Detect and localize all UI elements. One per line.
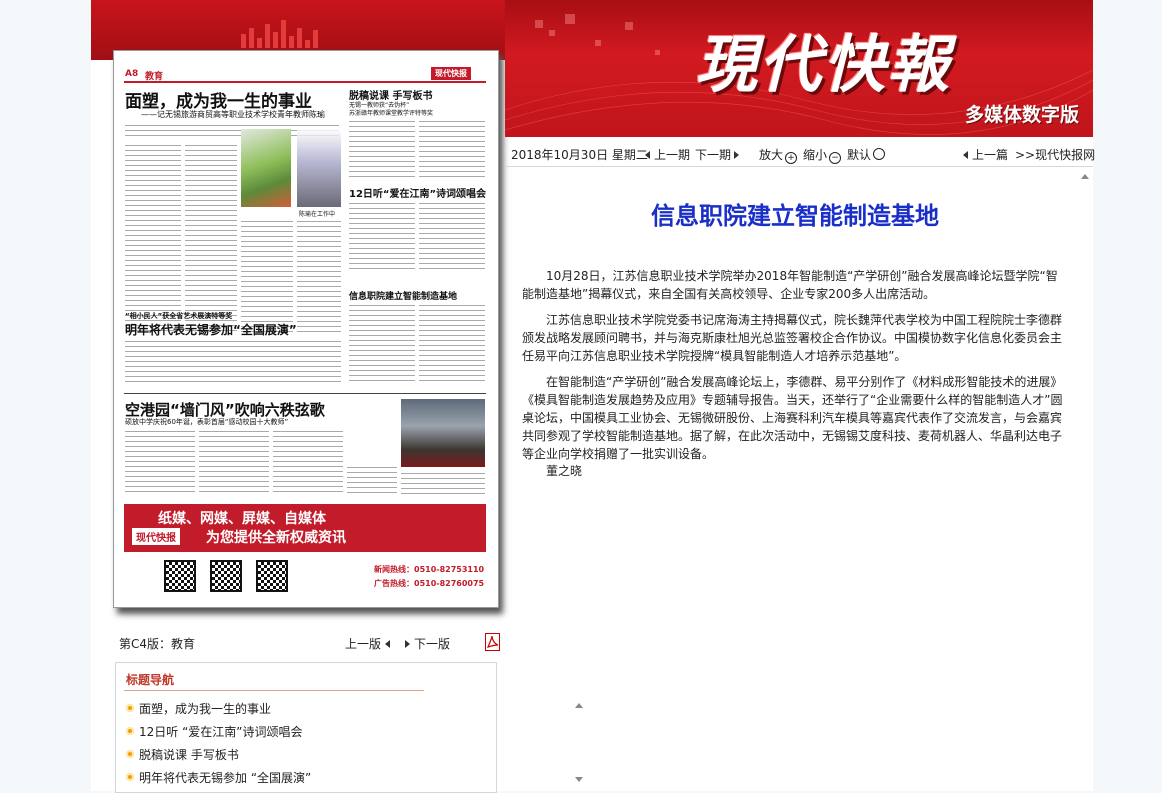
subhead-2b: 苏浙赣年教师课堂教学评特等奖	[349, 110, 434, 117]
article-title: 信息职院建立智能制造基地	[651, 202, 939, 230]
default-zoom-button[interactable]: 默认	[847, 146, 886, 163]
next-issue-link[interactable]: 下一期	[695, 146, 743, 163]
left-panel: A8 教育 现代快报 面塑，成为我一生的事业 ——记无锡旅游商贸高等职业技术学校…	[91, 0, 583, 793]
page-masthead: 现代快报	[431, 67, 471, 80]
ad-line-1: 纸媒、网媒、屏媒、自媒体	[158, 511, 326, 527]
prev-article-icon	[963, 151, 968, 159]
bullet-icon	[126, 704, 134, 712]
next-page-icon	[405, 640, 410, 648]
prev-issue-icon	[645, 151, 650, 159]
ad-hotline-2: 广告热线：0510-82760075	[374, 579, 485, 588]
headline-5a: “相小民人”获全省艺术展演特等奖	[125, 312, 233, 320]
headline-5[interactable]: 明年将代表无锡参加“全国展演”	[125, 321, 297, 338]
next-page-link[interactable]: 下一版	[405, 635, 450, 652]
photo-caption: 陈瑜在工作中	[299, 211, 336, 218]
title-navigation: 标题导航 面塑，成为我一生的事业 12日听 “爱在江南”诗词颂唱会 脱稿说课 手…	[115, 662, 497, 793]
prev-issue-link[interactable]: 上一期	[645, 146, 690, 163]
article-scroll-up-icon[interactable]	[1081, 174, 1089, 179]
prev-page-link[interactable]: 上一版	[345, 635, 394, 652]
nav-scroll-down-icon[interactable]	[575, 777, 583, 782]
ad-masthead: 现代快报	[132, 528, 180, 545]
page-info-bar: 第C4版：教育 上一版 下一版	[117, 633, 501, 653]
headline-3[interactable]: 12日听“爱在江南”诗词颂唱会	[349, 185, 486, 200]
pdf-icon[interactable]	[485, 633, 500, 651]
article-paragraph: 江苏信息职业技术学院党委书记席海涛主持揭幕仪式，院长魏萍代表学校为中国工程院院士…	[522, 313, 1063, 363]
nav-item-1[interactable]: 面塑，成为我一生的事业	[126, 700, 271, 717]
issue-date: 2018年10月30日 星期二	[511, 148, 648, 162]
home-link[interactable]: >>现代快报网	[1015, 146, 1095, 163]
photo-school-event	[401, 399, 485, 467]
next-issue-icon	[734, 151, 740, 159]
zoom-in-button[interactable]: 放大 +	[759, 146, 798, 164]
nav-item-4[interactable]: 明年将代表无锡参加 “全国展演”	[126, 769, 311, 786]
subhead-1: ——记无锡旅游商贸高等职业技术学校青年教师陈瑜	[141, 110, 325, 119]
toolbar: 2018年10月30日 星期二 上一期 下一期 放大 + 缩小 − 默认 上一篇 >…	[505, 142, 1095, 167]
bullet-icon	[126, 727, 134, 735]
bullet-icon	[126, 750, 134, 758]
nav-item-3[interactable]: 脱稿说课 手写板书	[126, 746, 239, 763]
zoom-out-button[interactable]: 缩小 −	[803, 146, 842, 164]
article-paragraph: 在智能制造“产学研创”融合发展高峰论坛上，李德群、易平分别作了《材料成形智能技术…	[522, 375, 1063, 461]
headline-4[interactable]: 信息职院建立智能制造基地	[349, 289, 457, 302]
edition-label: 第C4版：教育	[119, 637, 196, 651]
zoom-in-icon: +	[785, 152, 798, 164]
site-header: 現代快報 多媒体数字版	[505, 0, 1093, 137]
prev-page-icon	[384, 640, 390, 648]
nav-scroll-up-icon[interactable]	[575, 703, 583, 708]
ad-hotline-1: 新闻热线：0510-82753110	[374, 565, 485, 574]
nav-title: 标题导航	[126, 673, 175, 687]
newspaper-ad: 纸媒、网媒、屏媒、自媒体 现代快报 为您提供全新权威资讯 新闻热线：0510-8…	[124, 504, 486, 599]
zoom-out-icon: −	[829, 152, 842, 164]
newspaper-page[interactable]: A8 教育 现代快报 面塑，成为我一生的事业 ——记无锡旅游商贸高等职业技术学校…	[119, 59, 491, 599]
article-paragraph: 10月28日，江苏信息职业技术学院举办2018年智能制造“产学研创”融合发展高峰…	[522, 269, 1058, 301]
page-tag: A8	[125, 69, 139, 79]
default-zoom-icon	[873, 148, 886, 160]
site-subtitle: 多媒体数字版	[964, 104, 1079, 126]
subhead-6: 硕放中学庆祝60年诞，表彰首届“感动校园十大教师”	[125, 418, 289, 426]
article-author: 董之晓	[546, 464, 583, 478]
newspaper-page-thumbnail[interactable]: A8 教育 现代快报 面塑，成为我一生的事业 ——记无锡旅游商贸高等职业技术学校…	[113, 50, 499, 608]
photo-chen-yu	[241, 129, 291, 207]
site-logo[interactable]: 現代快報	[695, 14, 951, 104]
ad-line-2: 为您提供全新权威资讯	[206, 530, 346, 546]
prev-article-link[interactable]: 上一篇	[963, 146, 1008, 163]
bullet-icon	[126, 773, 134, 781]
nav-item-2[interactable]: 12日听 “爱在江南”诗词颂唱会	[126, 723, 303, 740]
